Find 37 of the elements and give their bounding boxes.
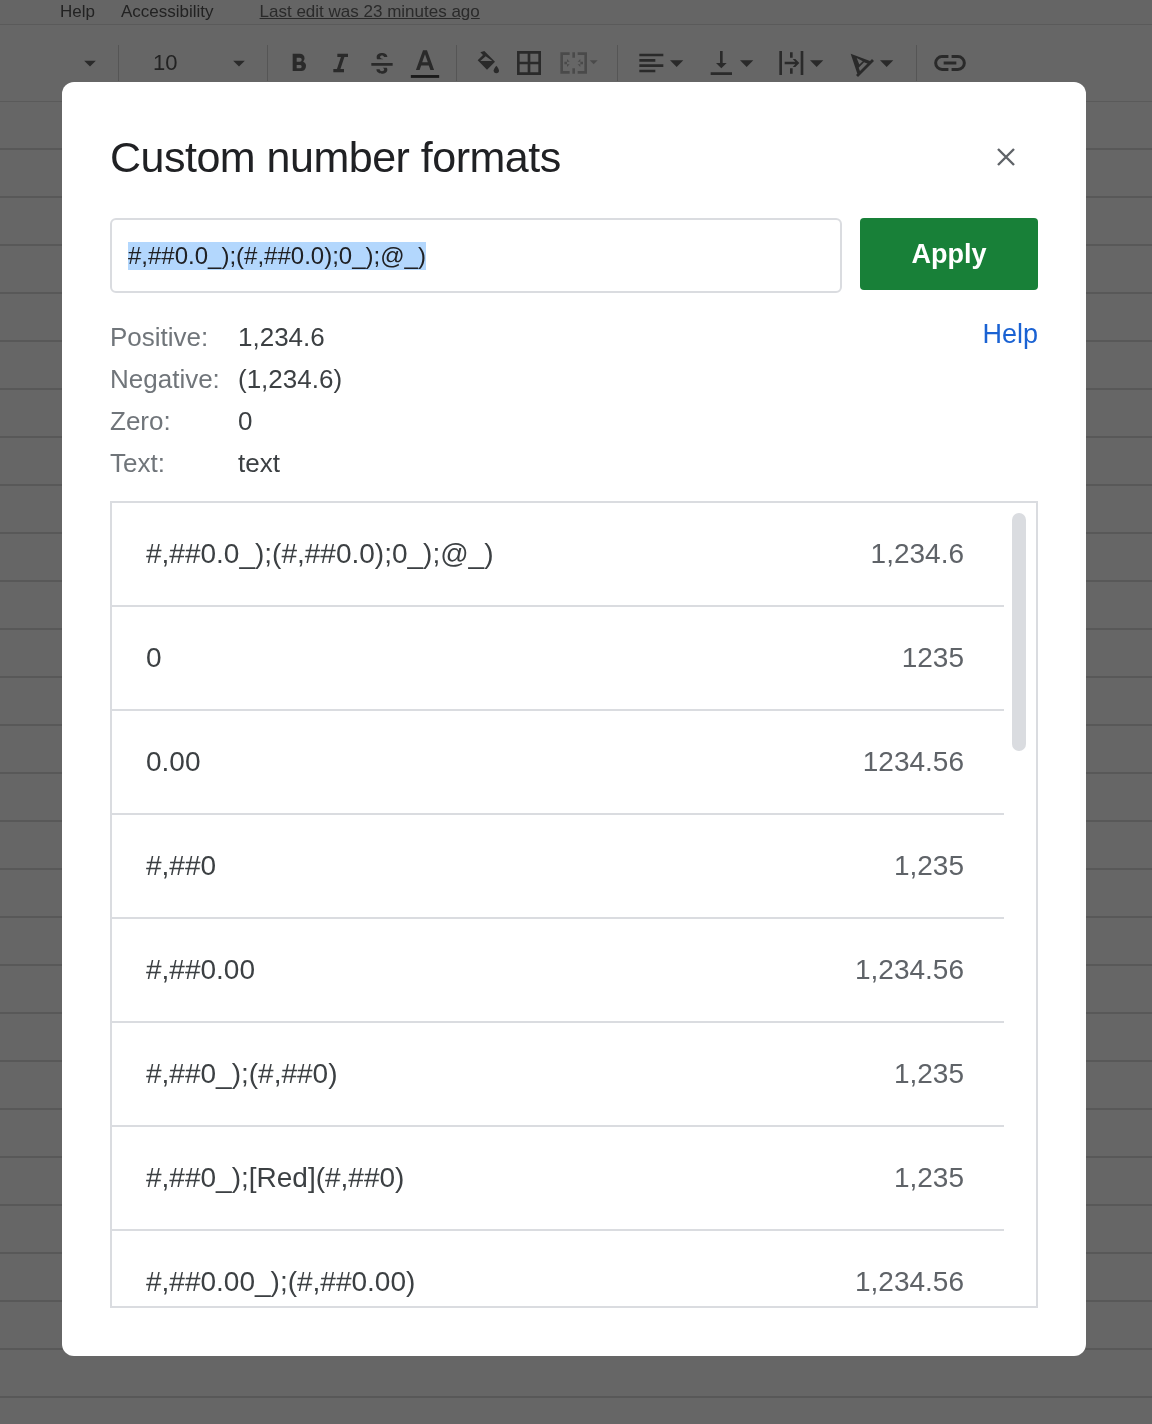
format-sample: 1,235 [893,1058,964,1090]
format-list-item[interactable]: #,##0_);[Red](#,##0) 1,235 [112,1127,1004,1231]
format-pattern: 0.00 [146,746,201,778]
format-list-item[interactable]: #,##0.00 1,234.56 [112,919,1004,1023]
preview-label: Positive: [110,321,210,353]
help-link[interactable]: Help [982,319,1038,350]
format-pattern: 0 [146,642,162,674]
scrollbar-thumb[interactable] [1012,513,1026,751]
format-pattern: #,##0.00 [146,954,255,986]
format-sample: 1235 [901,642,964,674]
format-sample: 1,234.6 [870,538,964,570]
preview-label: Zero: [110,405,172,437]
format-sample: 1,235 [893,850,964,882]
format-pattern: #,##0.00_);(#,##0.00) [146,1266,416,1298]
format-sample: 1234.56 [862,746,964,778]
format-sample: 1,235 [893,1162,964,1194]
format-pattern: #,##0.0_);(#,##0.0);0_);@_) [146,538,494,570]
preview-value: 1,234.6 [238,321,326,353]
apply-button[interactable]: Apply [860,218,1038,290]
preview-label: Text: [110,447,166,479]
preview-value: text [238,447,281,479]
format-list-item[interactable]: #,##0_);(#,##0) 1,235 [112,1023,1004,1127]
format-pattern: #,##0 [146,850,217,882]
format-sample: 1,234.56 [855,954,964,986]
format-pattern: #,##0_);(#,##0) [146,1058,338,1090]
preview-value: 0 [238,405,254,437]
format-sample: 1,234.56 [855,1266,964,1298]
format-list-item[interactable]: #,##0 1,235 [112,815,1004,919]
format-input-field[interactable]: #,##0.0_);(#,##0.0);0_);@_) [110,218,842,293]
format-list-item[interactable]: 0.00 1234.56 [112,711,1004,815]
dialog-title: Custom number formats [110,132,561,182]
preview-label: Negative: [110,363,221,395]
preview-value: (1,234.6) [238,363,343,395]
format-list-item[interactable]: 0 1235 [112,607,1004,711]
format-pattern: #,##0_);[Red](#,##0) [146,1162,405,1194]
format-list-item[interactable]: #,##0.00_);(#,##0.00) 1,234.56 [112,1231,1004,1306]
format-list-item[interactable]: #,##0.0_);(#,##0.0);0_);@_) 1,234.6 [112,503,1004,607]
